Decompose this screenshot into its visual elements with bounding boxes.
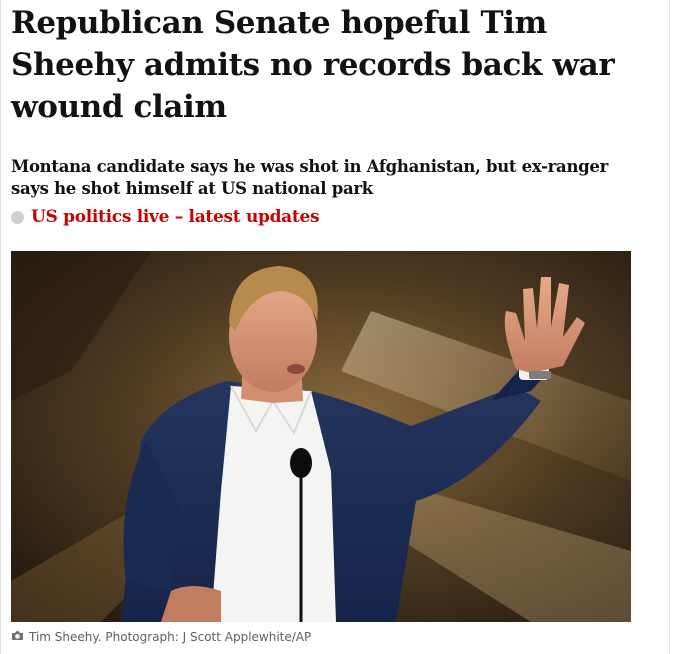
- caption-text: Tim Sheehy. Photograph: J Scott Applewhi…: [29, 630, 312, 644]
- live-updates-label: US politics live – latest updates: [31, 207, 320, 227]
- right-border: [669, 0, 670, 654]
- live-dot-icon: [11, 210, 24, 224]
- article-photo[interactable]: [11, 251, 631, 622]
- camera-icon: [11, 630, 24, 644]
- standfirst: Montana candidate says he was shot in Af…: [11, 157, 608, 198]
- left-border: [0, 0, 1, 654]
- photo-illustration: [11, 251, 631, 622]
- live-updates-link[interactable]: US politics live – latest updates: [11, 207, 320, 227]
- headline: Republican Senate hopeful Tim Sheehy adm…: [11, 5, 615, 125]
- photo-caption: Tim Sheehy. Photograph: J Scott Applewhi…: [11, 630, 311, 644]
